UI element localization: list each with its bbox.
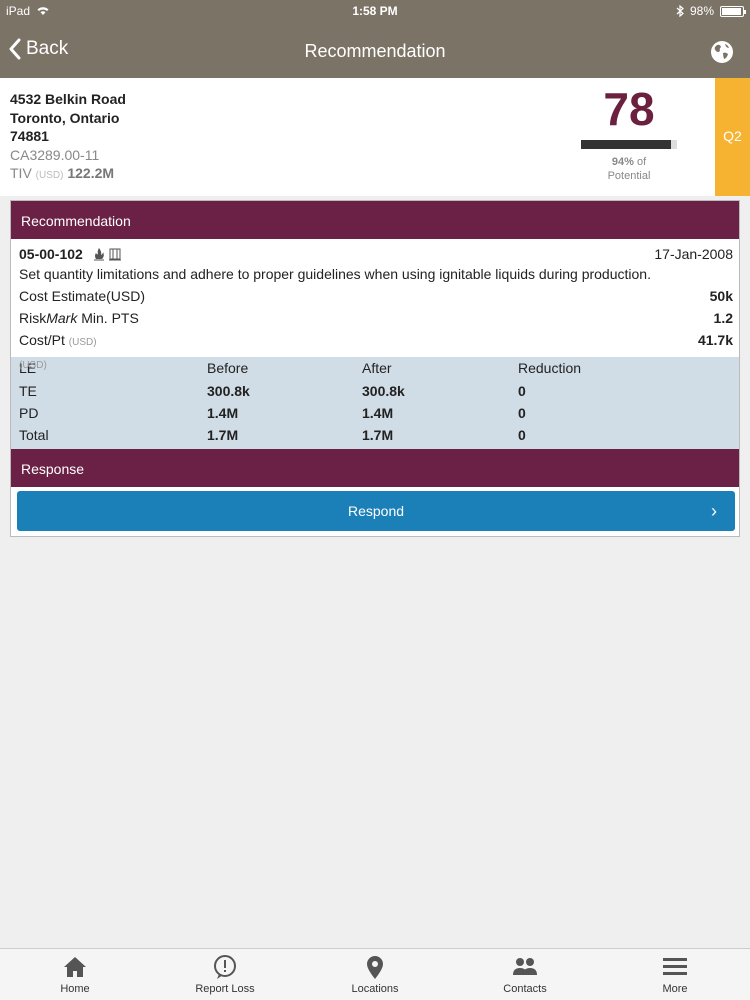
tab-label: Locations xyxy=(351,983,399,995)
cost-estimate-row: Cost Estimate(USD) 50k xyxy=(19,288,733,304)
status-time: 1:58 PM xyxy=(352,4,398,18)
tab-locations[interactable]: Locations xyxy=(325,953,425,995)
row-before: 1.7M xyxy=(207,427,239,443)
location-pin-icon xyxy=(367,956,383,979)
potential-percent: 94% xyxy=(611,156,634,168)
rec-date: 17-Jan-2008 xyxy=(654,246,733,262)
riskmark-row: RiskMark Min. PTS 1.2 xyxy=(19,310,733,326)
potential-of: of xyxy=(636,156,647,168)
status-bar: iPad 1:58 PM 98% xyxy=(0,0,750,22)
rec-id: 05-00-102 xyxy=(19,246,83,262)
le-header-before: Before xyxy=(207,360,249,376)
le-header-after: After xyxy=(362,360,392,376)
flame-icon xyxy=(93,247,104,261)
tab-contacts[interactable]: Contacts xyxy=(475,953,575,995)
riskmark-suffix: Min. PTS xyxy=(77,310,139,326)
row-after: 300.8k xyxy=(362,383,405,399)
cost-pt-unit: (USD) xyxy=(68,337,97,348)
row-reduction: 0 xyxy=(518,383,526,399)
cost-estimate-value: 50k xyxy=(709,288,733,304)
nav-bar: Back Recommendation xyxy=(0,22,750,78)
page-title: Recommendation xyxy=(304,41,446,61)
alert-icon xyxy=(214,955,236,979)
row-reduction: 0 xyxy=(518,427,526,443)
le-header-reduction: Reduction xyxy=(518,360,582,376)
location-header: 4532 Belkin Road Toronto, Ontario 74881 … xyxy=(0,78,750,196)
bluetooth-icon xyxy=(676,5,684,17)
tab-label: Home xyxy=(60,983,90,995)
riskmark-italic: Mark xyxy=(46,310,78,326)
tab-label: Report Loss xyxy=(195,983,255,995)
building-icon xyxy=(108,248,121,261)
tiv-value: 122.2M xyxy=(67,165,115,181)
tiv-line: TIV (USD) 122.2M xyxy=(10,164,126,186)
potential-text: 94% of Potential xyxy=(580,155,678,183)
respond-label: Respond xyxy=(347,503,405,519)
battery-percent: 98% xyxy=(689,4,714,18)
address-block: 4532 Belkin Road Toronto, Ontario 74881 … xyxy=(10,90,126,186)
le-header-row: LE (USD) Before After Reduction xyxy=(19,360,739,382)
row-label: PD xyxy=(19,405,39,421)
rec-type-icons xyxy=(93,247,121,264)
tab-label: Contacts xyxy=(503,983,547,995)
account-number: CA3289.00-11 xyxy=(10,146,100,163)
respond-button[interactable]: Respond › xyxy=(17,491,735,531)
riskmark-score: 78 94% of Potential xyxy=(580,82,678,183)
street-address: 4532 Belkin Road xyxy=(10,91,126,107)
city-address: Toronto, Ontario xyxy=(10,109,120,126)
row-after: 1.7M xyxy=(362,427,394,443)
rec-description: Set quantity limitations and adhere to p… xyxy=(19,266,651,282)
tiv-unit: (USD) xyxy=(35,170,64,181)
quarter-badge: Q2 xyxy=(715,78,750,196)
battery-icon xyxy=(720,5,746,17)
table-row: TE 300.8k 300.8k 0 xyxy=(19,383,739,405)
row-label: TE xyxy=(19,383,37,399)
rec-id-row: 05-00-102 17-Jan-2008 xyxy=(19,246,733,264)
home-icon xyxy=(64,957,86,977)
tab-label: More xyxy=(662,983,688,995)
row-reduction: 0 xyxy=(518,405,526,421)
globe-icon[interactable] xyxy=(710,40,734,64)
table-row: PD 1.4M 1.4M 0 xyxy=(19,405,739,427)
cost-estimate-label: Cost Estimate(USD) xyxy=(19,288,146,304)
row-after: 1.4M xyxy=(362,405,394,421)
row-before: 1.4M xyxy=(207,405,239,421)
le-unit: (USD) xyxy=(19,360,47,371)
row-label: Total xyxy=(19,427,49,443)
potential-label: Potential xyxy=(607,170,651,182)
tab-bar: Home Report Loss Locations Contacts More xyxy=(0,948,750,1000)
riskmark-prefix: Risk xyxy=(19,310,47,326)
contacts-icon xyxy=(513,958,537,975)
tiv-label: TIV xyxy=(10,165,32,181)
score-progress-fill xyxy=(581,140,672,149)
response-header: Response xyxy=(11,449,739,487)
tab-home[interactable]: Home xyxy=(25,953,125,995)
cost-pt-value: 41.7k xyxy=(697,332,733,348)
tab-more[interactable]: More xyxy=(625,953,725,995)
recommendation-header: Recommendation xyxy=(11,201,739,239)
loss-estimate-table: LE (USD) Before After Reduction TE 300.8… xyxy=(11,357,739,449)
chevron-right-icon: › xyxy=(711,501,717,521)
tab-report-loss[interactable]: Report Loss xyxy=(175,953,275,995)
recommendation-panel: Recommendation 05-00-102 17-Jan-2008 Set… xyxy=(10,200,740,537)
score-progress-bar xyxy=(581,140,677,149)
riskmark-value: 1.2 xyxy=(713,310,733,326)
cost-pt-row: Cost/Pt (USD) 41.7k xyxy=(19,332,733,348)
cost-pt-label: Cost/Pt xyxy=(19,332,65,348)
score-value: 78 xyxy=(603,83,655,135)
riskmark-label: RiskMark Min. PTS xyxy=(19,310,139,326)
postal-code: 74881 xyxy=(10,128,49,144)
menu-icon xyxy=(663,958,687,975)
table-row: Total 1.7M 1.7M 0 xyxy=(19,427,739,449)
row-before: 300.8k xyxy=(207,383,250,399)
